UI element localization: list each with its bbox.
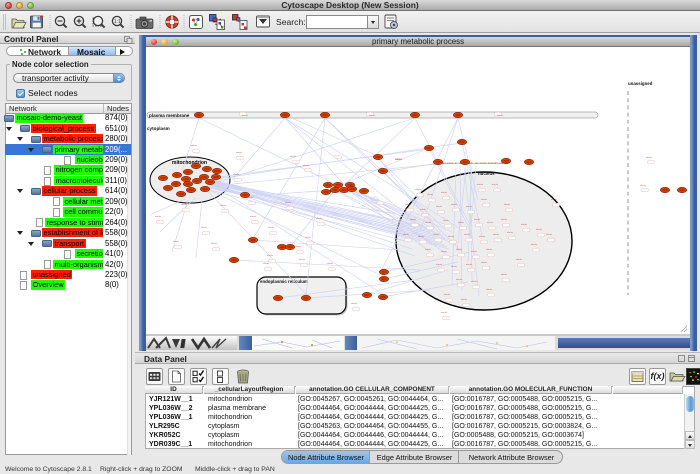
svg-text:abcde: abcde	[303, 165, 310, 167]
svg-text:abcde: abcde	[551, 199, 558, 201]
svg-text:abcde: abcde	[236, 152, 243, 154]
svg-text:abcde: abcde	[268, 227, 275, 229]
svg-text:abcde: abcde	[433, 234, 440, 236]
svg-text:abcde: abcde	[516, 259, 523, 261]
svg-text:abcde: abcde	[155, 216, 162, 218]
svg-text:abcde: abcde	[441, 312, 448, 314]
svg-text:abcde: abcde	[471, 251, 478, 253]
svg-text:abcde: abcde	[263, 263, 270, 265]
svg-text:abcde: abcde	[481, 199, 488, 201]
svg-text:endoplasmic reticulum: endoplasmic reticulum	[260, 279, 308, 284]
svg-text:abcde: abcde	[211, 243, 218, 245]
svg-text:abcde: abcde	[486, 289, 493, 291]
svg-text:abcde: abcde	[640, 185, 647, 187]
svg-text:abcde: abcde	[181, 204, 188, 206]
svg-text:abcde: abcde	[458, 222, 465, 224]
svg-text:abcde: abcde	[456, 249, 463, 251]
svg-text:abcde: abcde	[441, 192, 448, 194]
svg-text:abcde: abcde	[493, 234, 500, 236]
svg-text:abcde: abcde	[507, 232, 514, 234]
svg-text:abcde: abcde	[369, 115, 376, 117]
svg-text:abcde: abcde	[481, 262, 488, 264]
svg-text:abcde: abcde	[492, 184, 499, 186]
svg-text:abcde: abcde	[436, 206, 443, 208]
svg-text:abcde: abcde	[444, 294, 451, 296]
svg-text:abcde: abcde	[242, 115, 249, 117]
svg-text:abcde: abcde	[327, 263, 334, 265]
svg-text:abcde: abcde	[316, 218, 323, 220]
svg-text:abcde: abcde	[425, 249, 432, 251]
svg-text:abcde: abcde	[471, 281, 478, 283]
svg-text:abcde: abcde	[295, 246, 302, 248]
svg-text:abcde: abcde	[267, 255, 274, 257]
svg-text:abcde: abcde	[233, 174, 240, 176]
svg-text:abcde: abcde	[486, 249, 493, 251]
svg-text:abcde: abcde	[451, 204, 458, 206]
svg-text:abcde: abcde	[403, 234, 410, 236]
svg-text:abcde: abcde	[410, 219, 417, 221]
svg-text:abcde: abcde	[305, 237, 312, 239]
svg-text:abcde: abcde	[531, 244, 538, 246]
svg-text:abcde: abcde	[477, 184, 484, 186]
svg-text:abcde: abcde	[646, 157, 653, 159]
svg-text:abcde: abcde	[474, 219, 481, 221]
svg-text:abcde: abcde	[451, 266, 458, 268]
svg-text:abcde: abcde	[479, 236, 486, 238]
svg-text:Search:: Search:	[276, 17, 306, 27]
svg-text:aaaa-aaaaa-aa aaaaaa-aaaa aaa-: aaaa-aaaaa-aa aaaaaa-aaaa aaa-aaaaa-aaaa…	[440, 162, 503, 165]
svg-text:abcde: abcde	[220, 205, 227, 207]
svg-text:plasma membrane: plasma membrane	[149, 113, 190, 118]
svg-text:abcde: abcde	[405, 204, 412, 206]
svg-text:unassigned: unassigned	[628, 81, 653, 86]
svg-text:abcde: abcde	[427, 194, 434, 196]
svg-text:cytoplasm: cytoplasm	[147, 126, 170, 131]
svg-text:abcde: abcde	[466, 264, 473, 266]
svg-text:abcde: abcde	[461, 299, 468, 301]
svg-text:abcde: abcde	[351, 303, 358, 305]
svg-text:abcde: abcde	[466, 206, 473, 208]
svg-text:abcde: abcde	[441, 251, 448, 253]
svg-text:abcde: abcde	[285, 202, 292, 204]
svg-text:abcde: abcde	[497, 115, 504, 117]
svg-text:mitochondrion: mitochondrion	[172, 160, 207, 166]
svg-text:abcde: abcde	[487, 222, 494, 224]
svg-text:abcde: abcde	[299, 259, 306, 261]
svg-text:abcde: abcde	[191, 145, 198, 147]
svg-text:abcde: abcde	[501, 274, 508, 276]
svg-text:abcde: abcde	[250, 216, 257, 218]
svg-text:abcde: abcde	[201, 227, 208, 229]
svg-text:abcde: abcde	[448, 236, 455, 238]
svg-text:abcde: abcde	[546, 234, 553, 236]
svg-text:abcde: abcde	[456, 279, 463, 281]
svg-text:abcde: abcde	[415, 189, 422, 191]
svg-text:abcde: abcde	[501, 219, 508, 221]
svg-text:abcde: abcde	[420, 209, 427, 211]
svg-text:aaaaa: aaaaa	[395, 158, 402, 161]
svg-text:abcde: abcde	[536, 229, 543, 231]
svg-text:abcde: abcde	[418, 236, 425, 238]
svg-text:nucleus: nucleus	[478, 171, 495, 176]
svg-text:abcde: abcde	[290, 156, 297, 158]
svg-text:abcde: abcde	[504, 204, 511, 206]
svg-text:abcde: abcde	[521, 224, 528, 226]
svg-text:abcde: abcde	[425, 222, 432, 224]
svg-text:abcde: abcde	[443, 220, 450, 222]
svg-text:abcde: abcde	[436, 264, 443, 266]
svg-text:abcde: abcde	[173, 241, 180, 243]
svg-text:abcde: abcde	[464, 234, 471, 236]
